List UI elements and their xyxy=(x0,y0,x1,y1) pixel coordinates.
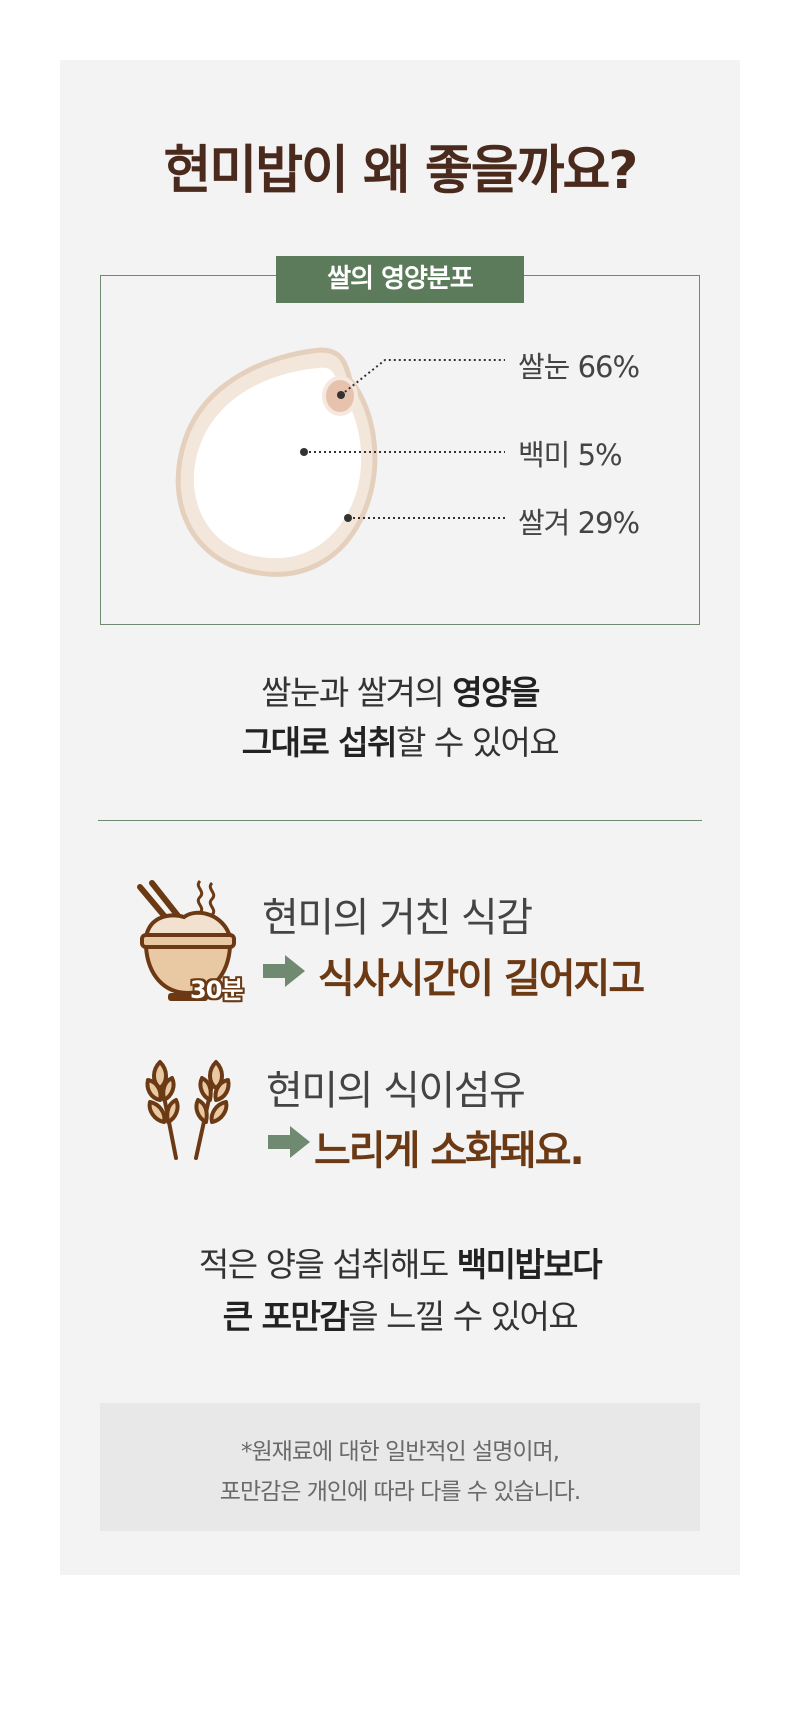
nutrition-label: 쌀의 영양분포 xyxy=(276,256,524,303)
leader-line-germ xyxy=(340,359,505,396)
rice-grain-icon xyxy=(175,347,378,577)
caption2-line2-plain: 을 느낄 수 있어요 xyxy=(348,1297,579,1336)
caption2-line1-bold: 백미밥보다 xyxy=(456,1245,603,1284)
leader-dot-germ xyxy=(337,391,345,399)
caption2-line1: 적은 양을 섭취해도 백미밥보다 xyxy=(0,1238,800,1286)
white-rice-name: 백미 xyxy=(518,438,570,472)
caption1-line1-plain: 쌀눈과 쌀겨의 xyxy=(261,673,453,712)
disclaimer-line2: 포만감은 개인에 따라 다를 수 있습니다. xyxy=(219,1479,581,1505)
arrow-right-icon xyxy=(268,1126,310,1158)
caption2-line2-bold: 큰 포만감 xyxy=(222,1297,350,1336)
caption1-line1: 쌀눈과 쌀겨의 영양을 xyxy=(0,666,800,714)
white-rice-label: 백미 5% xyxy=(518,432,623,474)
disclaimer-line1: *원재료에 대한 일반적인 설명이며, xyxy=(241,1439,560,1465)
leader-dot-bran xyxy=(344,514,352,522)
caption2-line2: 큰 포만감을 느낄 수 있어요 xyxy=(0,1290,800,1338)
bran-label: 쌀겨 29% xyxy=(518,500,640,542)
bran-percent: 29% xyxy=(577,506,640,540)
feature1-line2: 식사시간이 길어지고 xyxy=(318,956,645,1002)
caption1-line2-bold: 그대로 섭취 xyxy=(241,723,398,762)
feature1-line1: 현미의 거친 식감 xyxy=(262,895,533,941)
caption2-line1-plain: 적은 양을 섭취해도 xyxy=(198,1245,457,1284)
caption1-line1-bold: 영양을 xyxy=(452,673,540,712)
section-divider xyxy=(98,820,702,821)
disclaimer-box xyxy=(100,1403,700,1531)
feature2-line2: 느리게 소화돼요. xyxy=(314,1128,585,1174)
arrow-right-icon xyxy=(263,955,305,987)
time-badge: 30분 xyxy=(190,976,243,1004)
caption1-line2-plain: 할 수 있어요 xyxy=(396,723,560,762)
white-rice-percent: 5% xyxy=(577,438,623,472)
germ-name: 쌀눈 xyxy=(518,350,570,384)
germ-percent: 66% xyxy=(577,350,640,384)
germ-label: 쌀눈 66% xyxy=(518,344,640,386)
wheat-icon xyxy=(145,1060,231,1160)
leader-dot-white xyxy=(300,448,308,456)
feature2-line1: 현미의 식이섬유 xyxy=(266,1068,526,1114)
bran-name: 쌀겨 xyxy=(518,506,570,540)
caption1-line2: 그대로 섭취할 수 있어요 xyxy=(0,716,800,764)
